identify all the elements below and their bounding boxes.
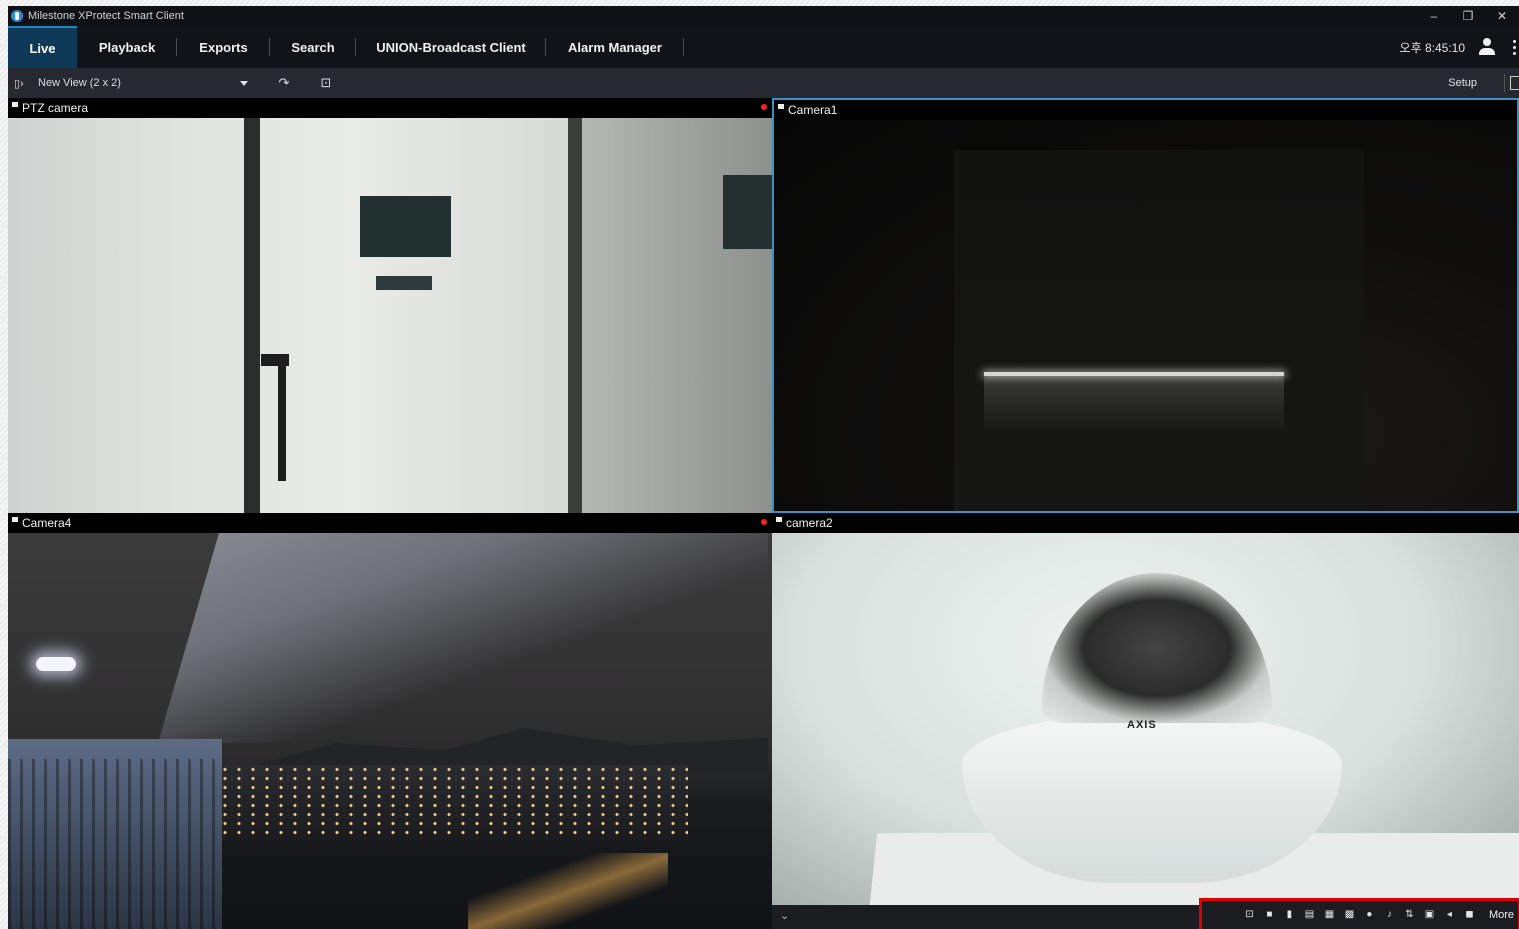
minimize-button[interactable]: – [1417, 6, 1451, 26]
camera-header: Camera4 [8, 513, 772, 533]
camera-flag-icon [776, 517, 782, 522]
app-logo-icon [11, 10, 23, 22]
tab-label: Live [29, 40, 56, 56]
camera-video-feed[interactable]: AXIS [772, 533, 1519, 929]
restore-button[interactable]: ❐ [1451, 6, 1485, 26]
stop-icon[interactable]: ◼ [1463, 909, 1476, 921]
camera-action-toolbar: ⊡ ■ ▮ ▤ ▦ ▩ ● ♪ ⇅ ▣ ◂ ◼ More [1199, 898, 1519, 929]
chevron-down-icon [240, 80, 248, 86]
window-buttons: – ❐ ✕ [1417, 6, 1519, 26]
nav-right-area: 오후 8:45:10 [1400, 26, 1519, 68]
window-title: Milestone XProtect Smart Client [28, 10, 184, 22]
snapshot-icon[interactable]: ▣ [1423, 909, 1436, 921]
view-selector-label: New View (2 x 2) [38, 77, 121, 89]
camera-header: PTZ camera [8, 98, 772, 118]
print-icon[interactable]: ▦ [1323, 909, 1336, 921]
recording-indicator-icon [761, 104, 767, 110]
camera-tile-camera1[interactable]: Camera1 [772, 98, 1519, 513]
tab-exports[interactable]: Exports [177, 26, 270, 68]
camera-flag-icon [12, 102, 18, 107]
toggle-pane-icon[interactable]: ▯› [14, 77, 28, 90]
setup-button[interactable]: Setup [1448, 68, 1477, 98]
speaker-icon[interactable]: ◂ [1443, 909, 1456, 921]
view-selector[interactable]: New View (2 x 2) [34, 72, 252, 94]
more-menu-icon[interactable] [1513, 39, 1517, 55]
clipboard-icon[interactable]: ▩ [1343, 909, 1356, 921]
tab-search[interactable]: Search [270, 26, 356, 68]
camera-name: PTZ camera [22, 101, 89, 115]
recording-indicator-icon [761, 519, 767, 525]
app-window: Milestone XProtect Smart Client – ❐ ✕ Li… [8, 6, 1519, 929]
camera-toolbar-row: ⌄ ⊡ ■ ▮ ▤ ▦ ▩ ● ♪ ⇅ ▣ ◂ ◼ More [772, 898, 1519, 929]
camera-brand-label: AXIS [1127, 719, 1157, 731]
save-icon[interactable]: ▤ [1303, 909, 1316, 921]
pointer-icon[interactable]: ↷ [274, 75, 294, 91]
record-icon[interactable]: ● [1363, 909, 1376, 921]
close-button[interactable]: ✕ [1485, 6, 1519, 26]
tab-alarm-manager[interactable]: Alarm Manager [546, 26, 684, 68]
view-toolbar: ▯› New View (2 x 2) ↷ ⊡ Setup [8, 68, 1519, 98]
camera-video-feed[interactable] [8, 533, 772, 929]
camera-name: Camera1 [788, 103, 838, 117]
camera-name: Camera4 [22, 516, 72, 530]
tab-label: Alarm Manager [568, 39, 662, 55]
clock: 오후 8:45:10 [1399, 40, 1465, 55]
camera-video-feed[interactable] [774, 120, 1517, 511]
magnify-icon[interactable]: ⊡ [1243, 909, 1256, 921]
tab-playback[interactable]: Playback [77, 26, 177, 68]
camera-tile-camera2[interactable]: camera2 AXIS ⌄ ⊡ ■ ▮ ▤ ▦ ▩ ● ♪ ⇅ ▣ ◂ ◼ M… [772, 513, 1519, 929]
divider [1504, 74, 1505, 92]
talk-icon[interactable]: ⇅ [1403, 909, 1416, 921]
more-button[interactable]: More [1489, 909, 1514, 921]
main-navigation: Live Playback Exports Search UNION-Broad… [8, 26, 1519, 68]
tab-live[interactable]: Live [8, 26, 77, 68]
camera-video-feed[interactable] [8, 118, 772, 513]
title-bar: Milestone XProtect Smart Client – ❐ ✕ [8, 6, 1519, 26]
user-icon[interactable] [1479, 38, 1495, 56]
tab-label: Exports [199, 39, 248, 55]
camera-tile-ptz[interactable]: PTZ camera [8, 98, 772, 513]
camera-header: Camera1 [774, 100, 1517, 120]
bookmark-icon[interactable]: ▮ [1283, 909, 1296, 921]
chevron-down-icon[interactable]: ⌄ [780, 909, 789, 922]
camera-flag-icon [778, 104, 784, 109]
camera-flag-icon [12, 517, 18, 522]
tab-label: UNION-Broadcast Client [376, 39, 526, 55]
microphone-icon[interactable]: ♪ [1383, 909, 1396, 921]
video-icon[interactable]: ■ [1263, 909, 1276, 921]
camera-tile-camera4[interactable]: Camera4 [8, 513, 772, 929]
camera-name: camera2 [786, 516, 833, 530]
search-view-icon[interactable]: ⊡ [316, 75, 336, 91]
fullscreen-icon[interactable] [1510, 76, 1519, 90]
tab-union-broadcast-client[interactable]: UNION-Broadcast Client [356, 26, 546, 68]
tab-label: Playback [98, 39, 156, 55]
camera-header: camera2 [772, 513, 1519, 533]
tab-label: Search [291, 39, 335, 55]
camera-grid: PTZ camera Camera1 Camera4 camera2 AXIS … [8, 98, 1519, 929]
